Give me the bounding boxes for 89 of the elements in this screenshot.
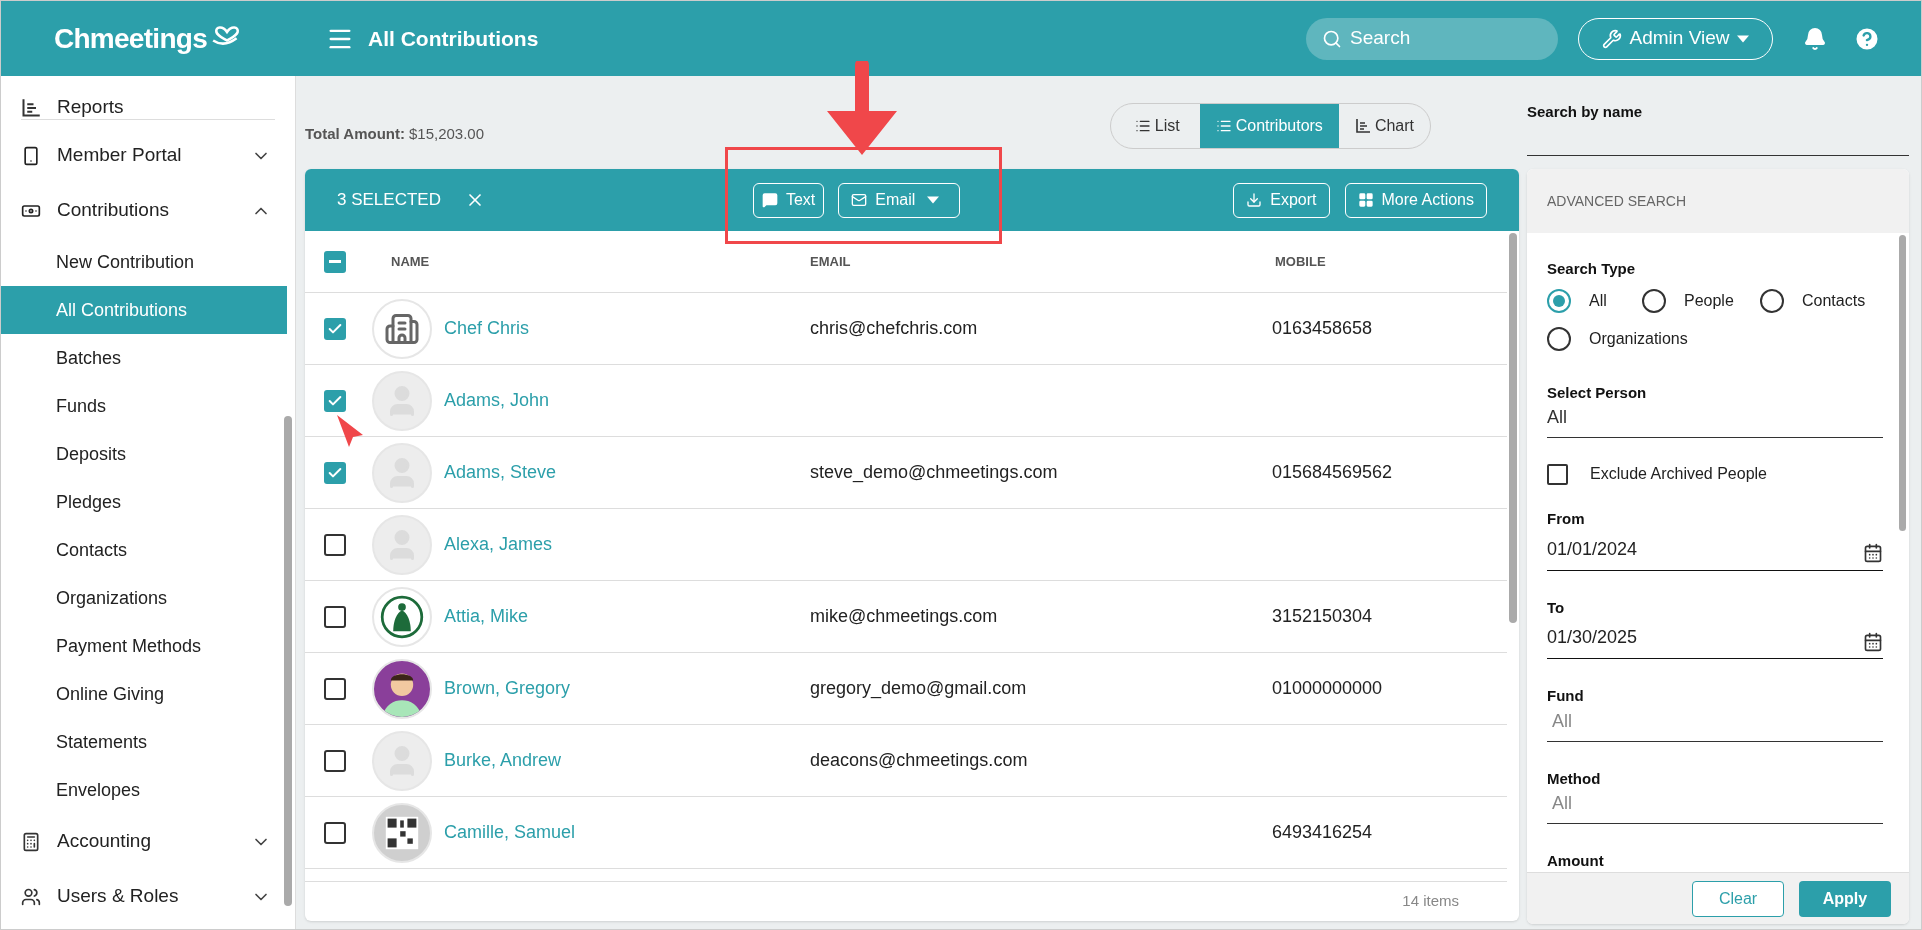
sidebar-subitem[interactable]: Envelopes — [1, 766, 287, 814]
list-icon — [1134, 118, 1151, 134]
checkbox[interactable] — [324, 389, 346, 412]
column-header: EMAIL — [810, 252, 852, 271]
select-field[interactable]: All — [1547, 790, 1883, 824]
checkbox[interactable] — [324, 317, 346, 340]
tools-icon — [1601, 28, 1622, 49]
page-title: All Contributions — [368, 25, 539, 52]
chart-icon — [1354, 118, 1371, 134]
sidebar-subitem[interactable]: Organizations — [1, 574, 287, 622]
radio-button[interactable] — [1760, 288, 1784, 313]
scrollbar[interactable] — [1899, 235, 1906, 531]
field-label: From — [1547, 509, 1586, 529]
radio-option[interactable]: Organizations — [1547, 323, 1688, 354]
total-amount-value: $15,203.00 — [409, 123, 485, 144]
table-cell-text: 015684569562 — [1272, 461, 1393, 484]
checkbox[interactable] — [324, 821, 346, 844]
total-amount-label: Total Amount: — [305, 123, 405, 144]
table-cell-text: 3152150304 — [1272, 605, 1373, 628]
field-label: To — [1547, 597, 1566, 618]
download-icon — [1246, 192, 1263, 208]
list-icon — [1215, 118, 1232, 134]
field-label: Fund — [1547, 686, 1585, 706]
checkbox[interactable] — [324, 677, 346, 700]
sidebar-subitem[interactable]: Pledges — [1, 478, 287, 526]
select-field[interactable]: All — [1547, 707, 1883, 742]
sidebar-subitem[interactable]: Contacts — [1, 526, 287, 574]
sidebar-subitem[interactable]: Funds — [1, 382, 287, 430]
radio-button[interactable] — [1642, 288, 1666, 313]
sidebar-subitem[interactable]: Deposits — [1, 430, 287, 478]
radio-button[interactable] — [1547, 288, 1571, 313]
checkbox[interactable] — [1547, 463, 1568, 485]
checkbox[interactable] — [324, 749, 346, 772]
view-tab[interactable]: Chart — [1338, 104, 1430, 148]
table-cell-text: steve_demo@chmeetings.com — [809, 461, 1059, 485]
scrollbar[interactable] — [284, 416, 292, 906]
select-all-checkbox[interactable] — [324, 250, 346, 273]
field-label: Method — [1547, 768, 1602, 789]
phone-icon — [21, 145, 41, 166]
table-cell-text: gregory_demo@gmail.com — [809, 677, 1028, 701]
scrollbar[interactable] — [1509, 233, 1517, 623]
panel-title: ADVANCED SEARCH — [1547, 191, 1686, 211]
calendar-icon[interactable] — [1863, 631, 1883, 652]
chart-icon — [21, 97, 41, 118]
sidebar-item[interactable]: Contributions — [1, 183, 295, 238]
table-cell-text: 6493416254 — [1272, 821, 1373, 844]
sidebar-subitem[interactable]: Statements — [1, 718, 287, 766]
checkbox-label: Exclude Archived People — [1590, 464, 1767, 484]
checkbox[interactable] — [324, 533, 346, 556]
checkbox[interactable] — [324, 461, 346, 484]
mail-icon — [851, 192, 868, 208]
table-cell-text: mike@chmeetings.com — [809, 605, 999, 628]
sidebar-item[interactable]: Users & Roles — [1, 869, 295, 924]
date-field[interactable]: 01/01/2024 — [1547, 530, 1883, 571]
radio-option[interactable]: Contacts — [1760, 285, 1866, 316]
item-count: 14 items — [1402, 891, 1459, 912]
bell-icon[interactable] — [1803, 26, 1827, 51]
calendar-icon[interactable] — [1863, 543, 1883, 563]
field-label: Search Type — [1547, 259, 1637, 279]
calculator-icon — [21, 831, 41, 852]
sidebar-subitem[interactable]: New Contribution — [1, 238, 287, 286]
sidebar-subitem[interactable]: Payment Methods — [1, 622, 287, 670]
search-icon — [1322, 28, 1342, 49]
table-cell-text: chris@chefchris.com — [809, 317, 979, 340]
grid-icon — [1357, 192, 1374, 208]
column-header: MOBILE — [1275, 252, 1326, 271]
message-icon — [761, 192, 778, 208]
radio-option[interactable]: All — [1547, 285, 1642, 316]
radio-button[interactable] — [1547, 326, 1571, 351]
table-cell-text: deacons@chmeetings.com — [809, 749, 1029, 772]
caret-down-icon — [1737, 34, 1750, 43]
checkbox[interactable] — [324, 605, 346, 628]
table-cell-text: 01000000000 — [1272, 677, 1383, 700]
date-field[interactable]: 01/30/2025 — [1547, 619, 1883, 659]
caret-down-icon — [927, 196, 940, 204]
sidebar-item[interactable]: Accounting — [1, 814, 295, 869]
field-label: Amount — [1547, 851, 1605, 871]
cursor-icon — [335, 413, 365, 449]
sidebar-subitem[interactable]: Online Giving — [1, 670, 287, 718]
view-tab[interactable]: List — [1110, 104, 1200, 148]
column-header: NAME — [390, 252, 431, 271]
users-icon — [21, 886, 41, 907]
table-cell-text: 0163458658 — [1272, 317, 1373, 340]
select-field[interactable]: All — [1547, 404, 1883, 438]
sidebar-subitem[interactable]: Batches — [1, 334, 287, 382]
field-label: Search by name — [1527, 102, 1644, 122]
radio-option[interactable]: People — [1642, 285, 1760, 316]
field-label: Select Person — [1547, 382, 1648, 403]
selected-count: 3 SELECTED — [337, 189, 441, 212]
